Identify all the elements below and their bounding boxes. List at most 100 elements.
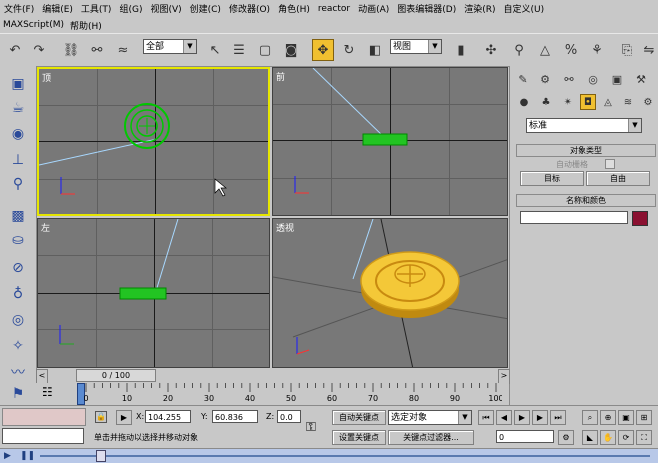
- menu-maxscript[interactable]: MAXScript(M): [0, 20, 67, 30]
- helper-icon[interactable]: ⚑: [8, 384, 28, 404]
- fov-icon[interactable]: ◣: [582, 430, 598, 445]
- mirror-icon[interactable]: ⇋: [638, 39, 658, 61]
- go-to-start-icon[interactable]: ⏮: [478, 410, 494, 425]
- helpers-category-icon[interactable]: ◬: [600, 94, 616, 110]
- zoom-extents-all-icon[interactable]: ⊞: [636, 410, 652, 425]
- menu-reactor[interactable]: reactor: [314, 4, 354, 14]
- next-frame-arrow[interactable]: >: [498, 369, 510, 384]
- next-frame-icon[interactable]: ▶: [532, 410, 548, 425]
- menu-tools[interactable]: 工具(T): [77, 2, 116, 15]
- rotate-icon[interactable]: ↻: [338, 39, 360, 61]
- absolute-mode-toggle[interactable]: ▶: [116, 410, 132, 425]
- cylinder-icon[interactable]: ⛀: [8, 230, 28, 250]
- object-name-field[interactable]: [520, 211, 628, 224]
- z-coordinate-field[interactable]: 0.0: [277, 410, 301, 423]
- select-by-name-icon[interactable]: ☰: [228, 39, 250, 61]
- x-coordinate-field[interactable]: 104.255: [145, 410, 191, 423]
- viewport-top[interactable]: 顶: [37, 67, 270, 216]
- spacewarps-category-icon[interactable]: ≋: [620, 94, 636, 110]
- bind-space-warp-icon[interactable]: ≈: [112, 39, 134, 61]
- wave-icon[interactable]: 〰: [8, 362, 28, 382]
- plane-icon[interactable]: ⊥: [8, 150, 28, 170]
- motion-tab-icon[interactable]: ◎: [584, 70, 602, 88]
- key-filters-button[interactable]: 关键点过滤器...: [388, 430, 474, 445]
- geometry-category-icon[interactable]: ●: [516, 94, 532, 110]
- bone-icon[interactable]: ⚲: [8, 174, 28, 194]
- sphere-icon[interactable]: ◉: [8, 124, 28, 144]
- go-to-end-icon[interactable]: ⏭: [550, 410, 566, 425]
- viewport-perspective[interactable]: 透视: [272, 218, 508, 368]
- redo-icon[interactable]: ↷: [28, 39, 50, 61]
- play-icon[interactable]: ▶: [514, 410, 530, 425]
- window-crossing-icon[interactable]: ◙: [280, 39, 302, 61]
- object-type-rollout[interactable]: 对象类型: [516, 144, 656, 157]
- time-slider-thumb[interactable]: 0 / 100: [76, 369, 156, 382]
- reference-coord-dropdown[interactable]: 视图 ▼: [390, 39, 442, 54]
- menu-rendering[interactable]: 渲染(R): [460, 2, 499, 15]
- utilities-tab-icon[interactable]: ⚒: [632, 70, 650, 88]
- menu-character[interactable]: 角色(H): [274, 2, 314, 15]
- material-icon[interactable]: ▩: [8, 206, 28, 226]
- scale-icon[interactable]: ◧: [364, 39, 386, 61]
- geometry-icon[interactable]: ▣: [8, 74, 28, 94]
- menu-group[interactable]: 组(G): [115, 2, 146, 15]
- name-color-rollout[interactable]: 名称和颜色: [516, 194, 656, 207]
- create-tab-icon[interactable]: ✎: [514, 70, 532, 88]
- spinner-snap-icon[interactable]: ⚘: [586, 39, 608, 61]
- teapot-icon[interactable]: ☕: [8, 98, 28, 118]
- current-frame-field[interactable]: 0: [496, 430, 554, 443]
- lights-category-icon[interactable]: ✴: [560, 94, 576, 110]
- key-icon[interactable]: ⚿: [306, 420, 326, 435]
- time-config-icon[interactable]: ⚙: [558, 430, 574, 445]
- menu-modifiers[interactable]: 修改器(O): [225, 2, 274, 15]
- move-icon[interactable]: ✥: [312, 39, 334, 61]
- menu-views[interactable]: 视图(V): [146, 2, 185, 15]
- knot-icon[interactable]: ♁: [8, 284, 28, 304]
- progress-track[interactable]: [40, 455, 650, 457]
- undo-icon[interactable]: ↶: [4, 39, 26, 61]
- shapes-category-icon[interactable]: ♣: [538, 94, 554, 110]
- track-bar[interactable]: ☷ 0 10 20 30 40 50 60 70 80 90 100: [36, 383, 509, 405]
- rect-selection-icon[interactable]: ▢: [254, 39, 276, 61]
- zoom-all-icon[interactable]: ⊕: [600, 410, 616, 425]
- select-object-icon[interactable]: ↖: [204, 39, 226, 61]
- arc-rotate-icon[interactable]: ⟳: [618, 430, 634, 445]
- modify-tab-icon[interactable]: ⚙: [536, 70, 554, 88]
- object-color-swatch[interactable]: [632, 211, 648, 226]
- menu-graph-editors[interactable]: 图表编辑器(D): [393, 2, 460, 15]
- menu-edit[interactable]: 编辑(E): [38, 2, 77, 15]
- torus-icon[interactable]: ◎: [8, 310, 28, 330]
- category-dropdown[interactable]: 标准 ▼: [526, 118, 642, 133]
- maxscript-listener-mini[interactable]: [2, 408, 86, 426]
- zoom-icon[interactable]: ⌕: [582, 410, 598, 425]
- pause-small-icon[interactable]: ❚❚: [20, 451, 35, 461]
- set-key-button[interactable]: 设置关键点: [332, 430, 386, 445]
- prev-frame-arrow[interactable]: <: [36, 369, 48, 384]
- unlink-icon[interactable]: ⚯: [86, 39, 108, 61]
- select-manipulate-icon[interactable]: ✣: [480, 39, 502, 61]
- viewport-front[interactable]: 前: [272, 67, 508, 216]
- pivot-center-icon[interactable]: ▮: [450, 39, 472, 61]
- free-button[interactable]: 自由: [586, 171, 650, 186]
- prev-frame-icon[interactable]: ◀: [496, 410, 512, 425]
- pan-icon[interactable]: ✋: [600, 430, 616, 445]
- viewport-left[interactable]: 左: [37, 218, 270, 368]
- display-tab-icon[interactable]: ▣: [608, 70, 626, 88]
- select-link-icon[interactable]: ⛓: [60, 39, 82, 61]
- menu-animation[interactable]: 动画(A): [354, 2, 393, 15]
- tube-icon[interactable]: ⊘: [8, 258, 28, 278]
- play-small-icon[interactable]: ▶: [4, 451, 14, 461]
- percent-snap-icon[interactable]: %: [560, 39, 582, 61]
- key-mode-dropdown[interactable]: 选定对象 ▼: [388, 410, 472, 425]
- systems-category-icon[interactable]: ⚙: [640, 94, 656, 110]
- autogrid-checkbox[interactable]: [605, 159, 615, 169]
- angle-snap-icon[interactable]: △: [534, 39, 556, 61]
- auto-key-button[interactable]: 自动关键点: [332, 410, 386, 425]
- menu-customize[interactable]: 自定义(U): [500, 2, 549, 15]
- maxscript-input[interactable]: [2, 428, 84, 444]
- progress-thumb[interactable]: [96, 450, 106, 462]
- particle-icon[interactable]: ✧: [8, 336, 28, 356]
- cameras-category-icon[interactable]: ◘: [580, 94, 596, 110]
- lock-selection-icon[interactable]: 🔒: [95, 411, 107, 423]
- zoom-extents-icon[interactable]: ▣: [618, 410, 634, 425]
